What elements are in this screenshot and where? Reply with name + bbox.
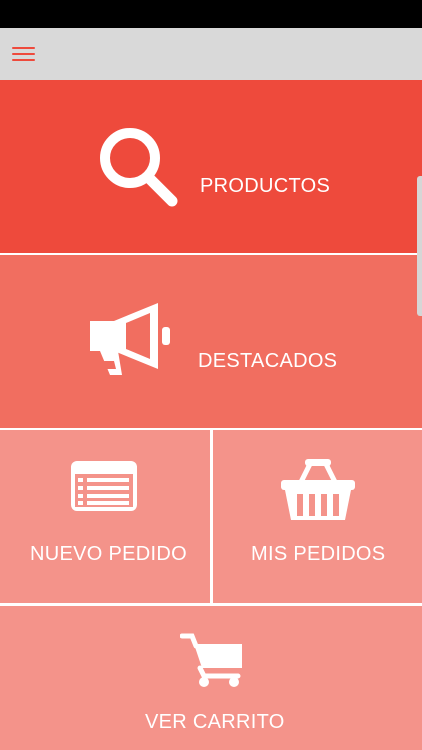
tile-nuevo-pedido[interactable]: NUEVO PEDIDO: [0, 430, 210, 603]
tile-ver-carrito-label: VER CARRITO: [145, 711, 285, 733]
tile-productos[interactable]: PRODUCTOS: [0, 80, 422, 253]
tile-ver-carrito[interactable]: VER CARRITO: [0, 606, 422, 750]
tile-destacados[interactable]: DESTACADOS: [0, 255, 422, 428]
search-icon: [100, 128, 178, 207]
basket-icon: [281, 459, 355, 520]
megaphone-icon: [90, 303, 170, 375]
shopping-cart-icon: [180, 633, 242, 687]
tile-mis-pedidos[interactable]: MIS PEDIDOS: [213, 430, 422, 603]
scrollbar-handle[interactable]: [417, 176, 422, 316]
app-bar: [0, 28, 422, 80]
tile-nuevo-pedido-label: NUEVO PEDIDO: [30, 543, 187, 565]
status-bar: [0, 0, 422, 28]
tile-destacados-label: DESTACADOS: [198, 350, 338, 372]
tile-productos-label: PRODUCTOS: [200, 175, 331, 197]
list-form-icon: [71, 461, 137, 511]
hamburger-menu-icon[interactable]: [8, 38, 40, 70]
tile-mis-pedidos-label: MIS PEDIDOS: [251, 543, 386, 565]
